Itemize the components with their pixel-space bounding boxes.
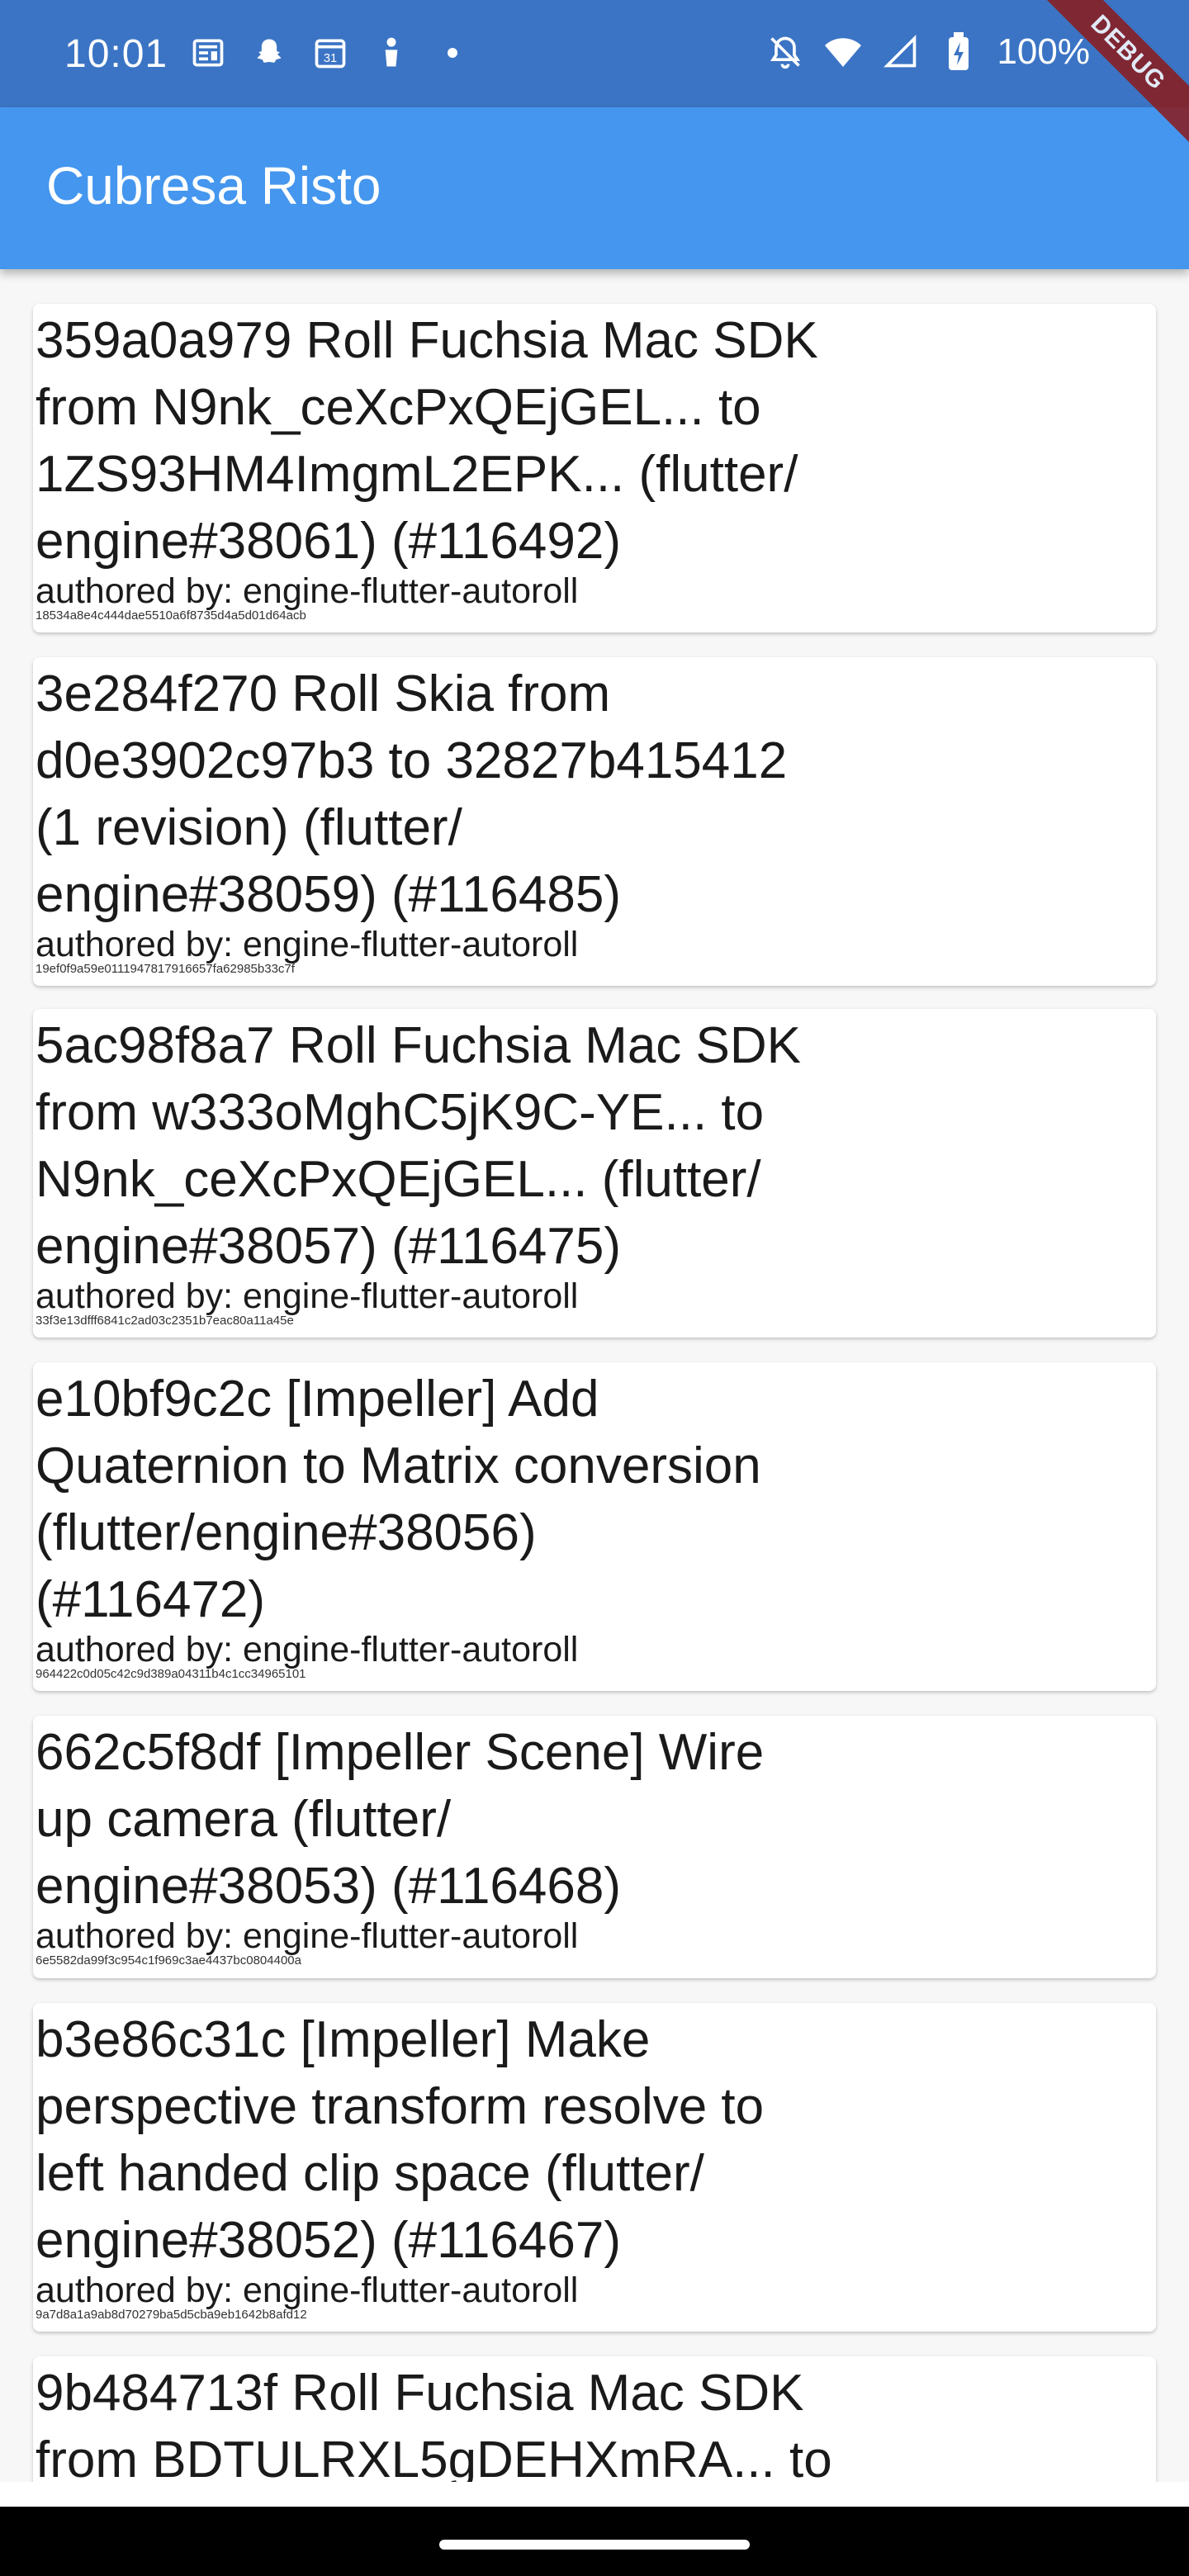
commit-title: 3e284f270 Roll Skia from d0e3902c97b3 to…	[36, 665, 788, 923]
commit-sha: 19ef0f9a59e0111947817916657fa62985b33c7f	[36, 962, 295, 976]
status-icons-left: 31	[188, 33, 472, 73]
commit-title: 359a0a979 Roll Fuchsia Mac SDK from N9nk…	[36, 312, 818, 570]
commit-title: e10bf9c2c [Impeller] Add Quaternion to M…	[36, 1371, 761, 1628]
commit-sha: 6e5582da99f3c954c1f969c3ae4437bc0804400a	[36, 1953, 301, 1968]
commit-card[interactable]: 359a0a979 Roll Fuchsia Mac SDK from N9nk…	[33, 304, 1156, 632]
commit-author: authored by: engine-flutter-autoroll	[36, 1630, 579, 1669]
commit-author: authored by: engine-flutter-autoroll	[36, 925, 579, 964]
commit-title: 9b484713f Roll Fuchsia Mac SDK from BDTU…	[36, 2365, 832, 2482]
commit-list[interactable]: 359a0a979 Roll Fuchsia Mac SDK from N9nk…	[0, 269, 1189, 2482]
battery-icon	[939, 32, 978, 72]
commit-card[interactable]: b3e86c31c [Impeller] Make perspective tr…	[33, 2003, 1156, 2332]
commit-author: authored by: engine-flutter-autoroll	[36, 2271, 579, 2310]
navigation-bar	[0, 2507, 1189, 2576]
commit-sha: 33f3e13dfff6841c2ad03c2351b7eac80a11a45e	[36, 1314, 294, 1328]
commit-sha: 18534a8e4c444dae5510a6f8735d4a5d01d64acb	[36, 608, 306, 623]
commit-card[interactable]: e10bf9c2c [Impeller] Add Quaternion to M…	[33, 1362, 1156, 1691]
app-title: Cubresa Risto	[46, 156, 381, 215]
status-time: 10:01	[64, 32, 168, 76]
commit-card[interactable]: 662c5f8df [Impeller Scene] Wire up camer…	[33, 1716, 1156, 1978]
screen: 10:01 31 100% DEBUG Cubresa Risto 359a0a…	[0, 0, 1189, 2576]
commit-author: authored by: engine-flutter-autoroll	[36, 571, 579, 611]
status-icons-right: 100%	[765, 31, 1090, 73]
calendar-day: 31	[324, 52, 337, 65]
commit-sha: 964422c0d05c42c9d389a04311b4c1cc34965101	[36, 1667, 306, 1681]
figure-icon	[372, 33, 411, 73]
dot-icon	[433, 33, 472, 73]
wifi-icon	[823, 32, 863, 72]
calendar-icon: 31	[310, 33, 350, 73]
battery-percent: 100%	[997, 31, 1090, 72]
commit-card[interactable]: 5ac98f8a7 Roll Fuchsia Mac SDK from w333…	[33, 1009, 1156, 1338]
home-handle[interactable]	[439, 2540, 750, 2550]
status-bar: 10:01 31 100%	[0, 0, 1189, 107]
commit-sha: 9a7d8a1a9ab8d70279ba5d5cba9eb1642b8afd12	[36, 2308, 307, 2322]
commit-author: authored by: engine-flutter-autoroll	[36, 1916, 579, 1956]
commit-title: 5ac98f8a7 Roll Fuchsia Mac SDK from w333…	[36, 1017, 802, 1275]
signal-icon	[881, 32, 921, 72]
commit-card[interactable]: 3e284f270 Roll Skia from d0e3902c97b3 to…	[33, 657, 1156, 986]
notifications-off-icon	[765, 32, 805, 72]
commit-card[interactable]: 9b484713f Roll Fuchsia Mac SDK from BDTU…	[33, 2356, 1156, 2482]
news-icon	[188, 33, 228, 73]
snapchat-icon	[249, 33, 289, 73]
commit-title: 662c5f8df [Impeller Scene] Wire up camer…	[36, 1724, 765, 1915]
commit-title: b3e86c31c [Impeller] Make perspective tr…	[36, 2011, 765, 2269]
commit-author: authored by: engine-flutter-autoroll	[36, 1276, 579, 1316]
app-bar: Cubresa Risto	[0, 107, 1189, 269]
